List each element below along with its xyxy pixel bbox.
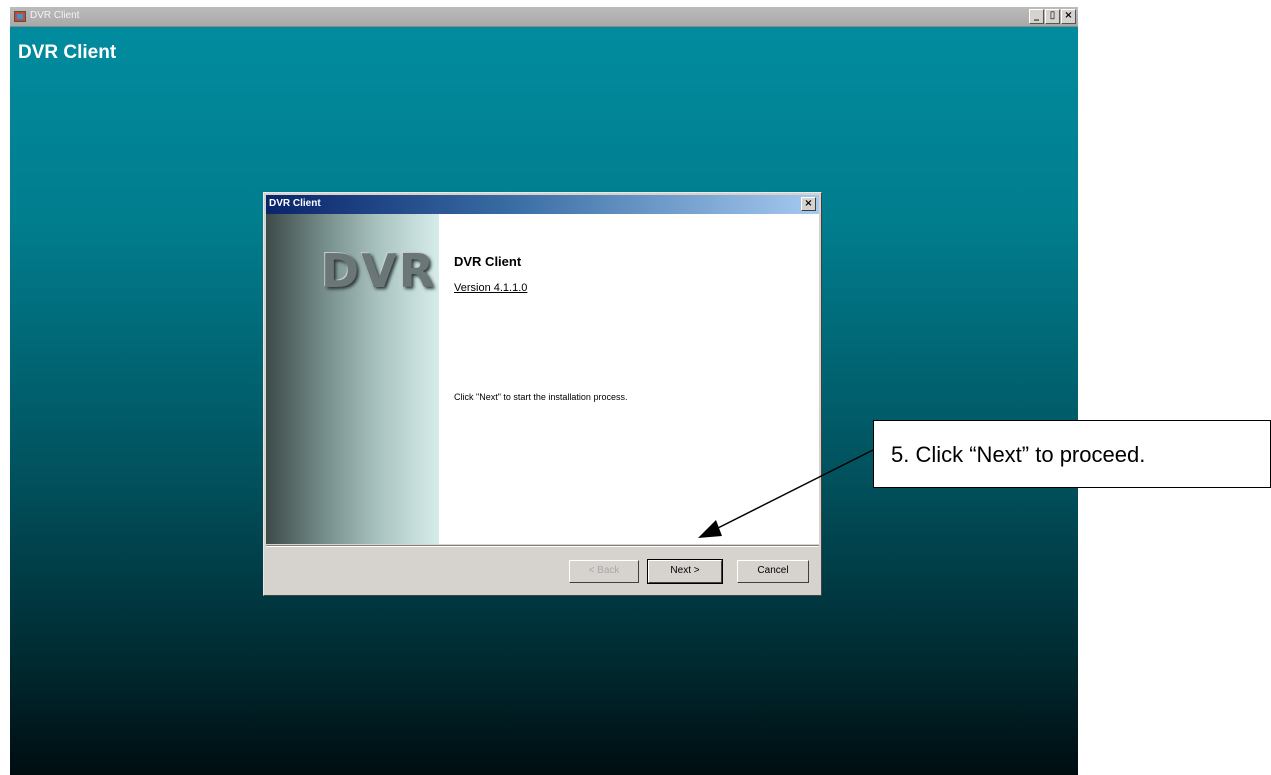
window-controls: _ ▯ × (1029, 9, 1076, 24)
maximize-button[interactable]: ▯ (1045, 9, 1060, 24)
cancel-button[interactable]: Cancel (737, 560, 809, 583)
dialog-body: DVR DVR Client Version 4.1.1.0 Click "Ne… (266, 214, 819, 544)
app-icon (14, 11, 26, 22)
footer-divider (266, 545, 819, 547)
app-titlebar[interactable]: DVR Client _ ▯ × (10, 7, 1078, 27)
close-button[interactable]: × (1061, 9, 1076, 24)
back-button[interactable]: < Back (569, 560, 639, 583)
dvr-logo: DVR (321, 244, 437, 298)
version-link[interactable]: Version 4.1.1.0 (454, 282, 527, 294)
installer-dialog: DVR Client × DVR DVR Client Version 4.1.… (263, 192, 822, 596)
next-button[interactable]: Next > (647, 559, 723, 584)
side-banner: DVR (266, 214, 439, 544)
app-heading: DVR Client (18, 42, 117, 63)
app-titlebar-text: DVR Client (30, 10, 80, 21)
dialog-close-button[interactable]: × (801, 197, 816, 211)
install-instruction: Click "Next" to start the installation p… (454, 392, 628, 402)
minimize-button[interactable]: _ (1029, 9, 1044, 24)
instruction-callout: 5. Click “Next” to proceed. (873, 420, 1271, 488)
dialog-title: DVR Client (269, 198, 321, 209)
callout-text: 5. Click “Next” to proceed. (891, 442, 1146, 467)
product-name: DVR Client (454, 254, 522, 269)
dialog-titlebar[interactable]: DVR Client × (266, 195, 819, 214)
